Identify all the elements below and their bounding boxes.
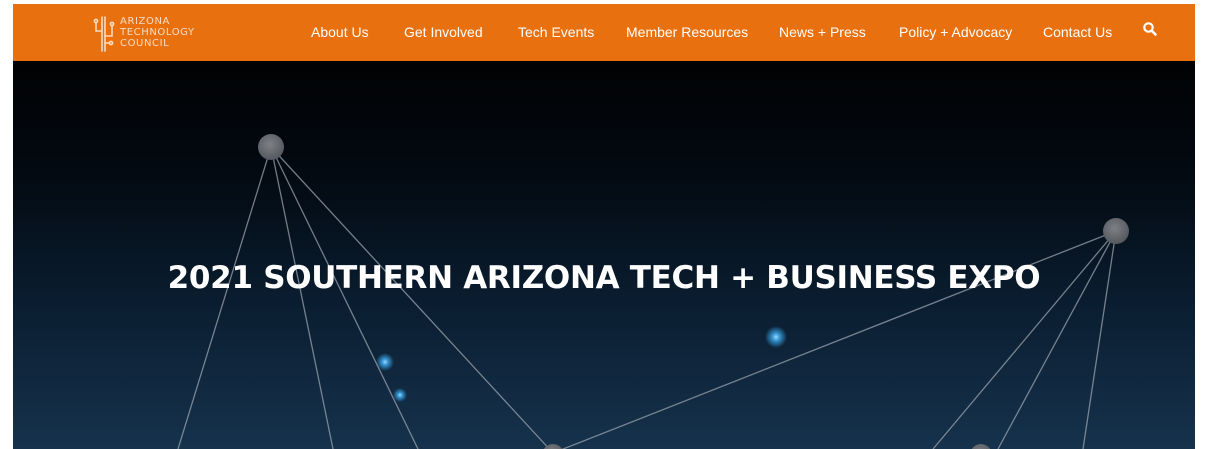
hero-banner: 2021 SOUTHERN ARIZONA TECH + BUSINESS EX… (13, 61, 1195, 449)
nav-member-resources[interactable]: Member Resources (626, 24, 748, 41)
logo-line-1: ARIZONA (120, 16, 170, 27)
nav-policy-advocacy[interactable]: Policy + Advocacy (899, 24, 1012, 41)
nav-tech-events[interactable]: Tech Events (518, 24, 594, 41)
nav-about-us[interactable]: About Us (311, 24, 369, 41)
site-logo[interactable]: ARIZONA TECHNOLOGY COUNCIL (92, 12, 242, 54)
network-nodes-graphic (177, 134, 1129, 449)
logo-line-2: TECHNOLOGY (120, 27, 195, 38)
nav-news-press[interactable]: News + Press (779, 24, 866, 41)
cactus-circuit-icon (93, 16, 115, 52)
nav-contact-us[interactable]: Contact Us (1043, 24, 1112, 41)
nav-get-involved[interactable]: Get Involved (404, 24, 483, 41)
logo-line-3: COUNCIL (120, 38, 170, 49)
hero-title: 2021 SOUTHERN ARIZONA TECH + BUSINESS EX… (167, 259, 1041, 296)
logo-wordmark: ARIZONA TECHNOLOGY COUNCIL (120, 16, 244, 49)
search-icon[interactable] (1142, 21, 1158, 37)
top-navigation-bar: ARIZONA TECHNOLOGY COUNCIL About Us Get … (13, 4, 1195, 61)
page-frame: ARIZONA TECHNOLOGY COUNCIL About Us Get … (13, 4, 1195, 449)
